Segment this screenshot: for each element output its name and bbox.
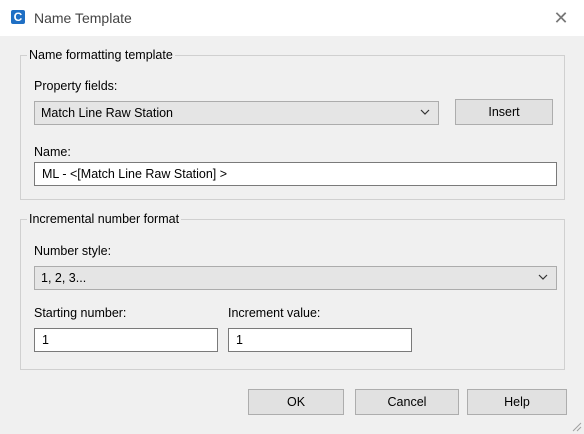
civil3d-logo-icon: C [11, 10, 25, 24]
window-title: Name Template [34, 10, 132, 26]
close-button[interactable]: ✕ [546, 4, 576, 32]
incremental-number-legend: Incremental number format [29, 212, 180, 226]
number-style-label: Number style: [34, 244, 112, 258]
property-fields-label: Property fields: [34, 79, 118, 93]
number-style-dropdown[interactable]: 1, 2, 3... [34, 266, 557, 290]
name-formatting-legend: Name formatting template [29, 48, 173, 62]
help-button[interactable]: Help [467, 389, 567, 415]
name-field-value: ML - <[Match Line Raw Station] > [42, 167, 228, 181]
chevron-down-icon [420, 109, 430, 115]
name-label: Name: [34, 145, 71, 159]
starting-number-label: Starting number: [34, 306, 127, 320]
dialog-body: Name formatting template Property fields… [0, 36, 584, 434]
chevron-down-icon [538, 274, 548, 280]
name-field[interactable]: ML - <[Match Line Raw Station] > [34, 162, 557, 186]
increment-value-label: Increment value: [228, 306, 321, 320]
cancel-button[interactable]: Cancel [355, 389, 459, 415]
property-fields-value: Match Line Raw Station [41, 106, 174, 120]
title-bar: C Name Template ✕ [0, 0, 584, 36]
number-style-value: 1, 2, 3... [41, 271, 87, 285]
increment-value-field[interactable]: 1 [228, 328, 412, 352]
property-fields-dropdown[interactable]: Match Line Raw Station [34, 101, 439, 125]
starting-number-field[interactable]: 1 [34, 328, 218, 352]
increment-value-value: 1 [236, 333, 243, 347]
ok-button[interactable]: OK [248, 389, 344, 415]
insert-button[interactable]: Insert [455, 99, 553, 125]
resize-grip-icon[interactable] [570, 420, 582, 432]
close-icon: ✕ [553, 8, 569, 28]
starting-number-value: 1 [42, 333, 49, 347]
